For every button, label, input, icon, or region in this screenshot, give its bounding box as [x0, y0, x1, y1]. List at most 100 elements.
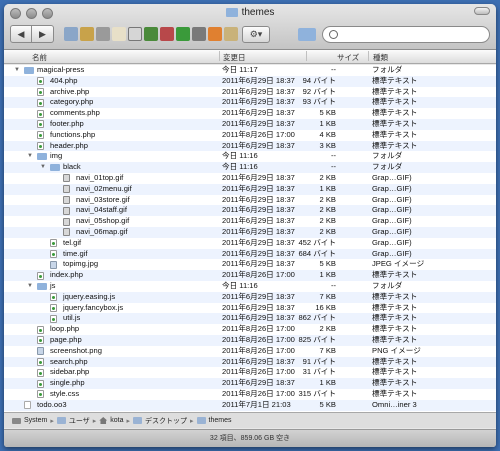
path-item[interactable]: kota — [110, 417, 123, 424]
file-row[interactable]: index.php 2011年8月26日 17:00 1 KB 標準テキスト — [4, 270, 496, 281]
path-item[interactable]: themes — [209, 417, 232, 424]
file-kind: 標準テキスト — [372, 356, 418, 366]
file-name: navi_06map.gif — [76, 226, 128, 236]
file-row[interactable]: time.gif 2011年6月29日 18:37 684 バイト Grap…GIF) — [4, 248, 496, 260]
search-field[interactable] — [322, 25, 490, 43]
file-size: 2 KB — [319, 324, 336, 334]
file-kind: JPEG イメージ — [372, 259, 425, 269]
app-icon[interactable] — [128, 27, 142, 41]
file-row[interactable]: category.php 2011年6月29日 18:37 93 バイト 標準テキスト — [4, 97, 496, 109]
path-separator-icon: ▸ — [126, 417, 130, 425]
app-icon[interactable] — [192, 27, 206, 41]
app-icon[interactable] — [112, 27, 126, 41]
file-kind: 標準テキスト — [372, 108, 418, 118]
disclosure-triangle-icon[interactable]: ▼ — [27, 281, 33, 292]
column-name[interactable]: 名前 — [32, 52, 47, 63]
file-name: screenshot.png — [50, 345, 102, 355]
column-kind[interactable]: 種類 — [368, 51, 388, 62]
file-row[interactable]: sidebar.php 2011年8月26日 17:00 31 バイト 標準テキスト — [4, 367, 496, 378]
file-row[interactable]: navi_04staff.gif 2011年6月29日 18:37 2 KB Grap… — [4, 205, 496, 217]
app-icon[interactable] — [224, 27, 238, 41]
file-name: tel.gif — [63, 237, 82, 247]
file-row[interactable]: topimg.jpg 2011年6月29日 18:37 5 KB JPEG イメージ — [4, 259, 496, 270]
file-row[interactable]: single.php 2011年6月29日 18:37 1 KB 標準テキスト — [4, 378, 496, 389]
file-size: -- — [330, 280, 336, 290]
disclosure-triangle-icon[interactable]: ▼ — [27, 151, 33, 162]
file-row[interactable]: archive.php 2011年6月29日 18:37 92 バイト 標準テキスト — [4, 87, 496, 98]
app-icon[interactable] — [80, 27, 94, 41]
file-kind: フォルダ — [372, 162, 403, 172]
file-size: -- — [330, 65, 336, 74]
file-name: search.php — [50, 356, 88, 366]
file-row[interactable]: ▼ magical-press 今日 11:17 -- フォルダ — [4, 65, 496, 76]
file-row[interactable]: footer.php 2011年6月29日 18:37 1 KB 標準テキスト — [4, 118, 496, 130]
folder-icon[interactable] — [298, 27, 316, 41]
path-item[interactable]: ユーザ — [69, 416, 90, 426]
column-size[interactable]: サイズ — [306, 51, 359, 62]
file-size: 7 KB — [319, 291, 336, 301]
file-name: loop.php — [50, 324, 80, 334]
status-bar: 32 項目、859.06 GB 空き — [4, 429, 496, 447]
disclosure-triangle-icon[interactable]: ▼ — [14, 65, 20, 76]
file-row[interactable]: tel.gif 2011年6月29日 18:37 452 バイト Grap…GIF) — [4, 238, 496, 249]
file-row[interactable]: search.php 2011年6月29日 18:37 91 バイト 標準テキスト — [4, 356, 496, 368]
file-row[interactable]: screenshot.png 2011年8月26日 17:00 7 KB PNG イメ… — [4, 346, 496, 357]
file-row[interactable]: header.php 2011年6月29日 18:37 3 KB 標準テキスト — [4, 140, 496, 152]
file-name: header.php — [50, 140, 89, 150]
file-row[interactable]: comments.php 2011年6月29日 18:37 5 KB 標準テキスト — [4, 108, 496, 119]
file-size: 91 バイト — [302, 356, 336, 366]
file-size: 93 バイト — [302, 97, 336, 107]
file-row[interactable]: jquery.easing.js 2011年6月29日 18:37 7 KB 標準テキ… — [4, 291, 496, 303]
file-icon — [63, 196, 70, 205]
column-header: 名前 変更日 サイズ 種類 — [4, 50, 496, 64]
file-size: 5 KB — [319, 399, 336, 409]
app-icon[interactable] — [160, 27, 174, 41]
file-icon — [37, 347, 44, 356]
file-name: navi_03store.gif — [76, 194, 130, 204]
file-kind: Grap…GIF) — [372, 226, 412, 236]
column-date[interactable]: 変更日 — [219, 51, 246, 62]
file-name: navi_05shop.gif — [76, 216, 130, 226]
file-icon — [50, 304, 57, 313]
file-row[interactable]: navi_05shop.gif 2011年6月29日 18:37 2 KB Grap…… — [4, 216, 496, 227]
file-row[interactable]: navi_01top.gif 2011年6月29日 18:37 2 KB Grap…G… — [4, 173, 496, 184]
file-name: time.gif — [63, 248, 88, 258]
toolbar-toggle-button[interactable] — [474, 7, 490, 15]
file-size: 1 KB — [319, 378, 336, 388]
app-icon[interactable] — [176, 27, 190, 41]
file-date: 2011年6月29日 18:37 — [222, 313, 295, 323]
file-icon — [37, 325, 44, 334]
file-row[interactable]: loop.php 2011年8月26日 17:00 2 KB 標準テキスト — [4, 324, 496, 335]
app-icon[interactable] — [144, 27, 158, 41]
disclosure-triangle-icon[interactable]: ▼ — [40, 162, 46, 173]
back-button[interactable]: ◀ — [10, 25, 32, 43]
file-row[interactable]: ▼ js 今日 11:16 -- フォルダ — [4, 281, 496, 292]
file-row[interactable]: todo.oo3 2011年7月1日 21:03 5 KB Omni…iner 3 — [4, 399, 496, 411]
file-row[interactable]: ▼ img 今日 11:16 -- フォルダ — [4, 151, 496, 162]
path-item[interactable]: デスクトップ — [145, 416, 187, 426]
file-kind: Omni…iner 3 — [372, 399, 417, 409]
file-row[interactable]: jquery.fancybox.js 2011年6月29日 18:37 16 KB 標… — [4, 303, 496, 314]
file-row[interactable]: navi_06map.gif 2011年6月29日 18:37 2 KB Grap…G… — [4, 226, 496, 238]
forward-button[interactable]: ▶ — [32, 25, 54, 43]
file-row[interactable]: ▼ black 今日 11:16 -- フォルダ — [4, 162, 496, 173]
file-row[interactable]: navi_02menu.gif 2011年6月29日 18:37 1 KB Grap…… — [4, 183, 496, 195]
file-icon — [37, 368, 44, 377]
app-icon[interactable] — [96, 27, 110, 41]
file-size: 5 KB — [319, 259, 336, 269]
path-item[interactable]: System — [24, 417, 47, 424]
file-row[interactable]: navi_03store.gif 2011年6月29日 18:37 2 KB Grap… — [4, 195, 496, 206]
file-row[interactable]: style.css 2011年8月26日 17:00 315 バイト 標準テキスト — [4, 389, 496, 400]
window-title: themes — [4, 7, 496, 18]
file-row[interactable]: page.php 2011年8月26日 17:00 825 バイト 標準テキスト — [4, 334, 496, 346]
file-name: comments.php — [50, 108, 100, 118]
file-row[interactable]: functions.php 2011年8月26日 17:00 4 KB 標準テキスト — [4, 130, 496, 141]
file-kind: 標準テキスト — [372, 270, 418, 280]
file-row[interactable]: util.js 2011年6月29日 18:37 862 バイト 標準テキスト — [4, 313, 496, 325]
app-icon[interactable] — [64, 27, 78, 41]
action-menu-button[interactable]: ⚙▾ — [242, 25, 270, 43]
app-icon[interactable] — [208, 27, 222, 41]
file-row[interactable]: 404.php 2011年6月29日 18:37 94 バイト 標準テキスト — [4, 75, 496, 87]
file-date: 今日 11:16 — [222, 162, 258, 172]
search-input[interactable] — [342, 28, 482, 40]
